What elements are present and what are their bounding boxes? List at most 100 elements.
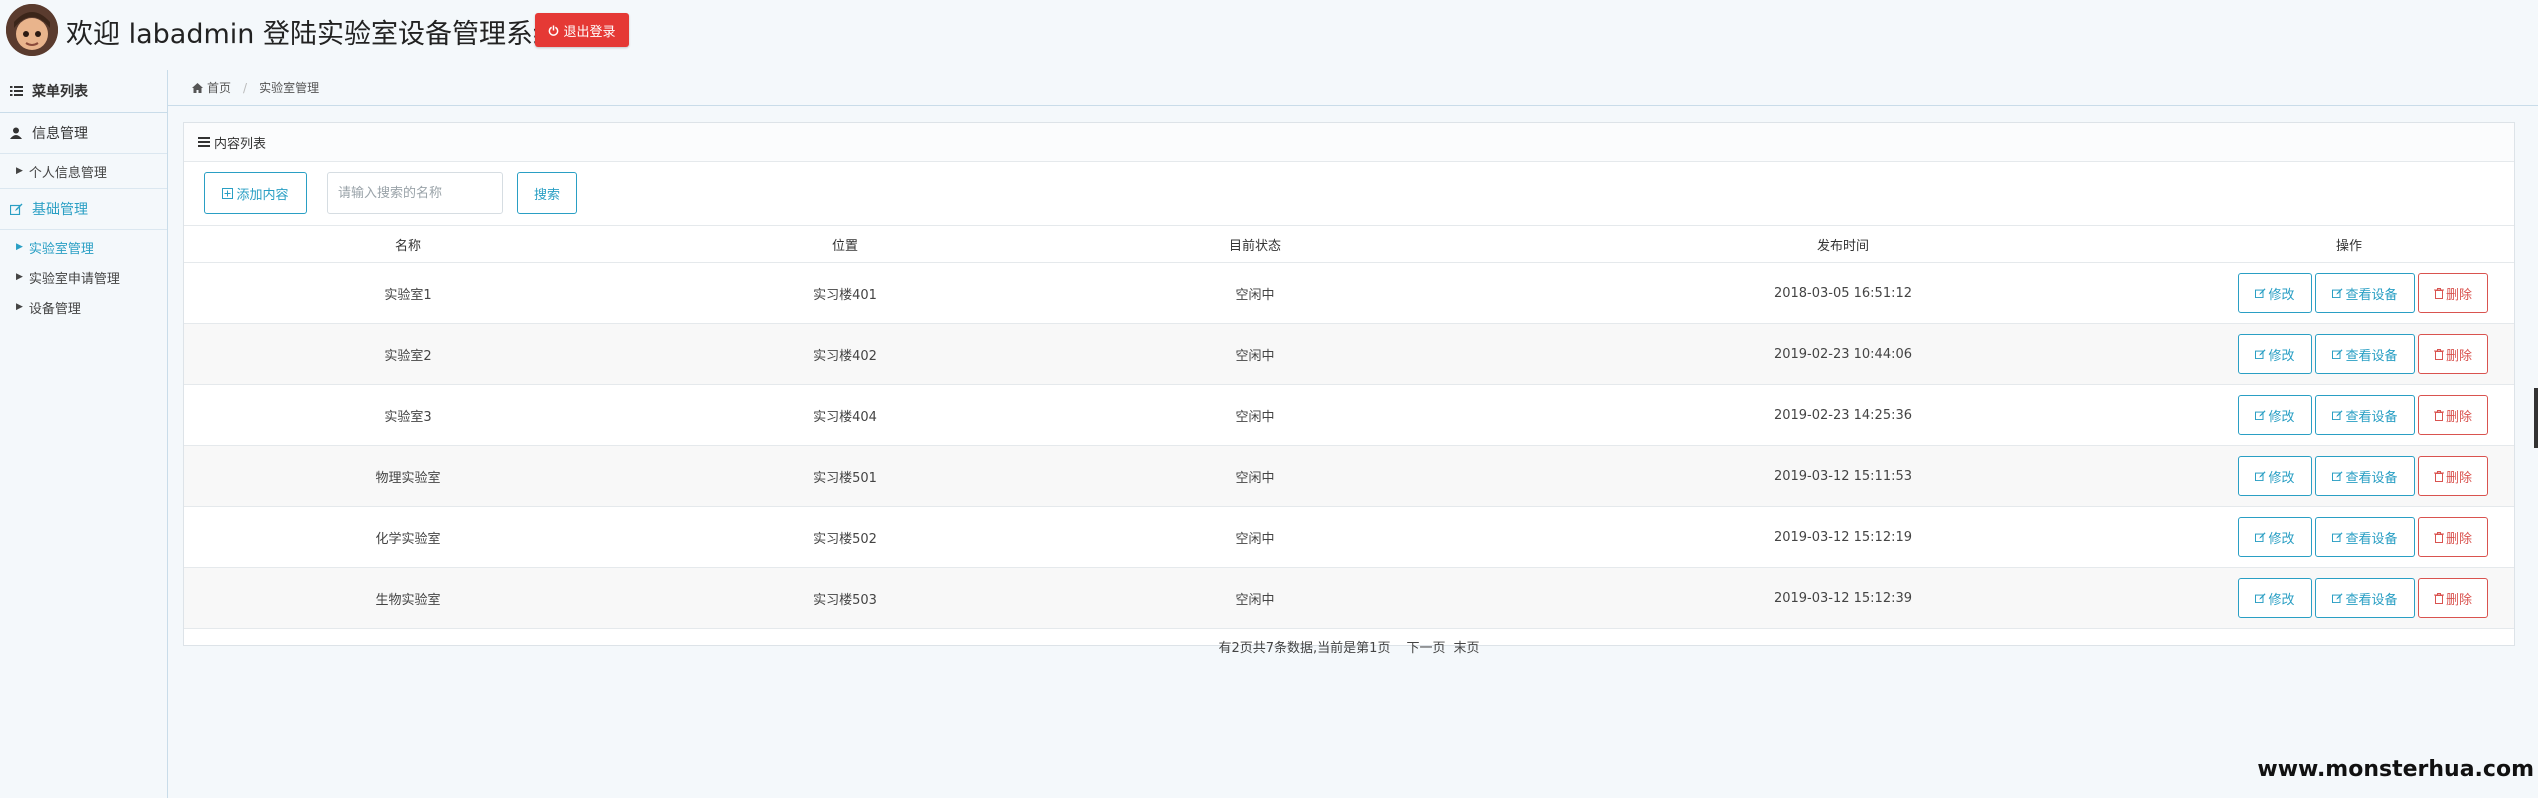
sidebar-item-label: 设备管理 xyxy=(28,301,81,317)
edit-button[interactable]: 修改 xyxy=(2238,517,2312,557)
sidebar-item-equipment[interactable]: ▶ 设备管理 xyxy=(0,292,167,322)
sidebar-group-label: 基础管理 xyxy=(32,202,88,218)
trash-icon xyxy=(2433,592,2444,604)
delete-button[interactable]: 删除 xyxy=(2418,395,2488,435)
edit-button[interactable]: 修改 xyxy=(2238,395,2312,435)
power-icon xyxy=(548,24,559,36)
bars-icon xyxy=(198,137,210,147)
sidebar-item-label: 实验室申请管理 xyxy=(28,271,120,287)
view-equipment-button[interactable]: 查看设备 xyxy=(2315,456,2415,496)
column-header-time: 发布时间 xyxy=(1452,226,2234,263)
edit-icon xyxy=(2255,349,2266,359)
column-header-location: 位置 xyxy=(632,226,1058,263)
cell-status: 空闲中 xyxy=(1058,384,1452,446)
edit-label: 修改 xyxy=(2268,408,2295,424)
edit-icon xyxy=(2332,288,2343,298)
cell-time: 2019-03-12 15:11:53 xyxy=(1452,445,2234,507)
logout-label: 退出登录 xyxy=(563,23,616,39)
search-button[interactable]: 搜索 xyxy=(517,172,577,214)
delete-button[interactable]: 删除 xyxy=(2418,456,2488,496)
edit-button[interactable]: 修改 xyxy=(2238,273,2312,313)
cell-status: 空闲中 xyxy=(1058,567,1452,629)
add-content-button[interactable]: 添加内容 xyxy=(204,172,307,214)
table-row: 化学实验室 实习楼502 空闲中 2019-03-12 15:12:19 修改 查看设备 删… xyxy=(184,506,2514,568)
cell-location: 实习楼502 xyxy=(632,506,1058,568)
sidebar-item-lab-management[interactable]: ▶ 实验室管理 xyxy=(0,232,167,262)
view-equipment-label: 查看设备 xyxy=(2345,408,2398,424)
menu-title-label: 菜单列表 xyxy=(32,84,88,100)
app-title: 欢迎 labadmin 登陆实验室设备管理系统 xyxy=(66,19,560,50)
view-equipment-button[interactable]: 查看设备 xyxy=(2315,273,2415,313)
cell-location: 实习楼404 xyxy=(632,384,1058,446)
cell-status: 空闲中 xyxy=(1058,262,1452,324)
view-equipment-button[interactable]: 查看设备 xyxy=(2315,395,2415,435)
column-header-name: 名称 xyxy=(184,226,632,263)
sidebar-item-label: 实验室管理 xyxy=(28,241,94,257)
view-equipment-button[interactable]: 查看设备 xyxy=(2315,334,2415,374)
cell-name: 化学实验室 xyxy=(184,506,632,568)
sidebar-sublist-basic: ▶ 实验室管理 ▶ 实验室申请管理 ▶ 设备管理 xyxy=(0,230,167,324)
breadcrumb-current: 实验室管理 xyxy=(259,81,320,95)
next-page-link[interactable]: 下一页 xyxy=(1406,637,1445,656)
scrollbar-thumb[interactable] xyxy=(2534,388,2538,448)
edit-label: 修改 xyxy=(2268,347,2295,363)
cell-location: 实习楼401 xyxy=(632,262,1058,324)
cell-location: 实习楼503 xyxy=(632,567,1058,629)
last-page-link[interactable]: 末页 xyxy=(1453,637,1479,656)
cell-status: 空闲中 xyxy=(1058,323,1452,385)
caret-right-icon: ▶ xyxy=(16,242,23,252)
view-equipment-label: 查看设备 xyxy=(2345,469,2398,485)
edit-button[interactable]: 修改 xyxy=(2238,334,2312,374)
edit-button[interactable]: 修改 xyxy=(2238,578,2312,618)
delete-label: 删除 xyxy=(2445,591,2472,607)
delete-label: 删除 xyxy=(2445,469,2472,485)
delete-button[interactable]: 删除 xyxy=(2418,517,2488,557)
sidebar-item-lab-application[interactable]: ▶ 实验室申请管理 xyxy=(0,262,167,292)
cell-status: 空闲中 xyxy=(1058,506,1452,568)
delete-button[interactable]: 删除 xyxy=(2418,334,2488,374)
logout-button[interactable]: 退出登录 xyxy=(535,13,629,47)
content-panel: 内容列表 添加内容 搜索 名称 位置 目前状态 发布时间 操作 实验室1实习楼4… xyxy=(183,122,2515,656)
cell-time: 2018-03-05 16:51:12 xyxy=(1452,262,2234,324)
breadcrumb-home[interactable]: 首页 xyxy=(207,79,231,96)
cell-name: 物理实验室 xyxy=(184,445,632,507)
sidebar-group-basic[interactable]: 基础管理 xyxy=(0,189,167,230)
sidebar-item-personal-info[interactable]: ▶ 个人信息管理 xyxy=(0,156,167,186)
sidebar-group-label: 信息管理 xyxy=(32,126,88,142)
cell-location: 实习楼402 xyxy=(632,323,1058,385)
view-equipment-button[interactable]: 查看设备 xyxy=(2315,517,2415,557)
cell-name: 实验室3 xyxy=(184,384,632,446)
delete-label: 删除 xyxy=(2445,530,2472,546)
table-row: 实验室3 实习楼404 空闲中 2019-02-23 14:25:36 修改 查看设备 删除 xyxy=(184,384,2514,446)
edit-label: 修改 xyxy=(2268,286,2295,302)
avatar[interactable] xyxy=(6,4,58,56)
menu-title: 菜单列表 xyxy=(0,70,167,113)
table-header-row: 名称 位置 目前状态 发布时间 操作 xyxy=(184,226,2514,263)
table-row: 实验室1 实习楼401 空闲中 2018-03-05 16:51:12 修改 查看设备 删除 xyxy=(184,262,2514,324)
cell-time: 2019-03-12 15:12:39 xyxy=(1452,567,2234,629)
cell-actions: 修改 查看设备 删除 xyxy=(2234,445,2514,507)
sidebar: 菜单列表 信息管理 ▶ 个人信息管理 基础管理 ▶ 实验室管理 ▶ 实验室申请管… xyxy=(0,70,168,798)
delete-label: 删除 xyxy=(2445,408,2472,424)
list-icon xyxy=(10,85,24,97)
cell-status: 空闲中 xyxy=(1058,445,1452,507)
sidebar-group-info[interactable]: 信息管理 xyxy=(0,113,167,154)
pagination-summary: 有2页共7条数据,当前是第1页 xyxy=(1218,640,1391,656)
breadcrumb-separator: / xyxy=(243,80,248,95)
cell-name: 实验室1 xyxy=(184,262,632,324)
edit-icon xyxy=(2332,471,2343,481)
trash-icon xyxy=(2433,348,2444,360)
watermark: www.monsterhua.com xyxy=(2257,757,2534,782)
delete-label: 删除 xyxy=(2445,286,2472,302)
cell-name: 实验室2 xyxy=(184,323,632,385)
cell-actions: 修改 查看设备 删除 xyxy=(2234,384,2514,446)
delete-button[interactable]: 删除 xyxy=(2418,273,2488,313)
edit-icon xyxy=(2255,288,2266,298)
edit-button[interactable]: 修改 xyxy=(2238,456,2312,496)
edit-icon xyxy=(2255,532,2266,542)
delete-button[interactable]: 删除 xyxy=(2418,578,2488,618)
search-input[interactable] xyxy=(327,172,503,214)
caret-right-icon: ▶ xyxy=(16,272,23,282)
view-equipment-button[interactable]: 查看设备 xyxy=(2315,578,2415,618)
top-header: 欢迎 labadmin 登陆实验室设备管理系统 退出登录 xyxy=(0,0,2538,60)
